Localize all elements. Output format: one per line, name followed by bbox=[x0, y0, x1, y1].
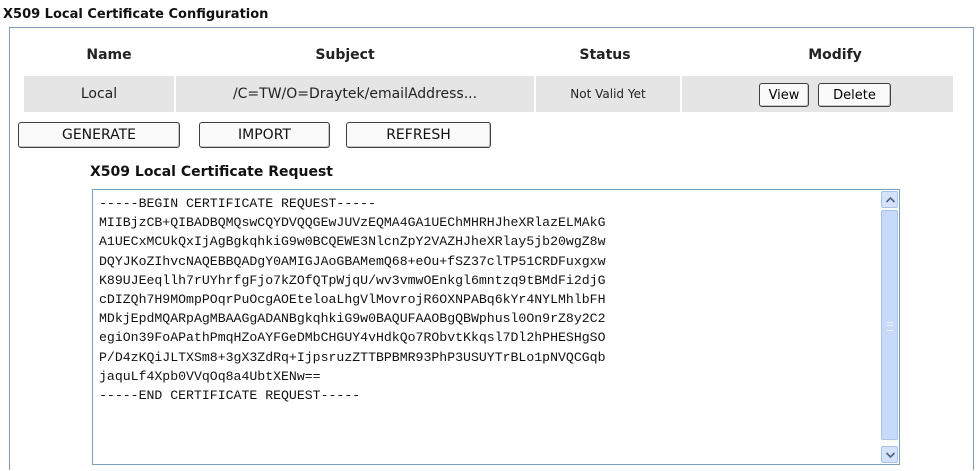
chevron-down-icon bbox=[886, 452, 895, 458]
refresh-button[interactable]: REFRESH bbox=[346, 122, 491, 148]
page-title: X509 Local Certificate Configuration bbox=[3, 7, 269, 22]
column-header-name: Name bbox=[86, 47, 132, 63]
request-title: X509 Local Certificate Request bbox=[90, 164, 333, 180]
vertical-scrollbar[interactable] bbox=[881, 191, 898, 463]
certificate-status: Not Valid Yet bbox=[570, 87, 646, 101]
scroll-up-button[interactable] bbox=[881, 191, 898, 208]
certificate-name: Local bbox=[80, 86, 118, 102]
import-button[interactable]: IMPORT bbox=[199, 122, 330, 148]
scroll-thumb[interactable] bbox=[881, 210, 898, 440]
column-header-subject: Subject bbox=[315, 47, 375, 63]
certificate-request-text: -----BEGIN CERTIFICATE REQUEST----- MIIB… bbox=[99, 196, 606, 404]
scroll-grip bbox=[887, 322, 893, 331]
view-button[interactable]: View bbox=[759, 83, 809, 107]
certificate-subject: /C=TW/O=Draytek/emailAddress... bbox=[232, 86, 478, 102]
delete-button[interactable]: Delete bbox=[818, 83, 891, 107]
generate-button[interactable]: GENERATE bbox=[18, 122, 180, 148]
column-header-modify: Modify bbox=[808, 47, 862, 63]
column-header-status: Status bbox=[579, 47, 631, 63]
certificate-request-textarea[interactable]: -----BEGIN CERTIFICATE REQUEST----- MIIB… bbox=[92, 189, 900, 465]
scroll-down-button[interactable] bbox=[881, 446, 898, 463]
chevron-up-icon bbox=[886, 197, 895, 203]
